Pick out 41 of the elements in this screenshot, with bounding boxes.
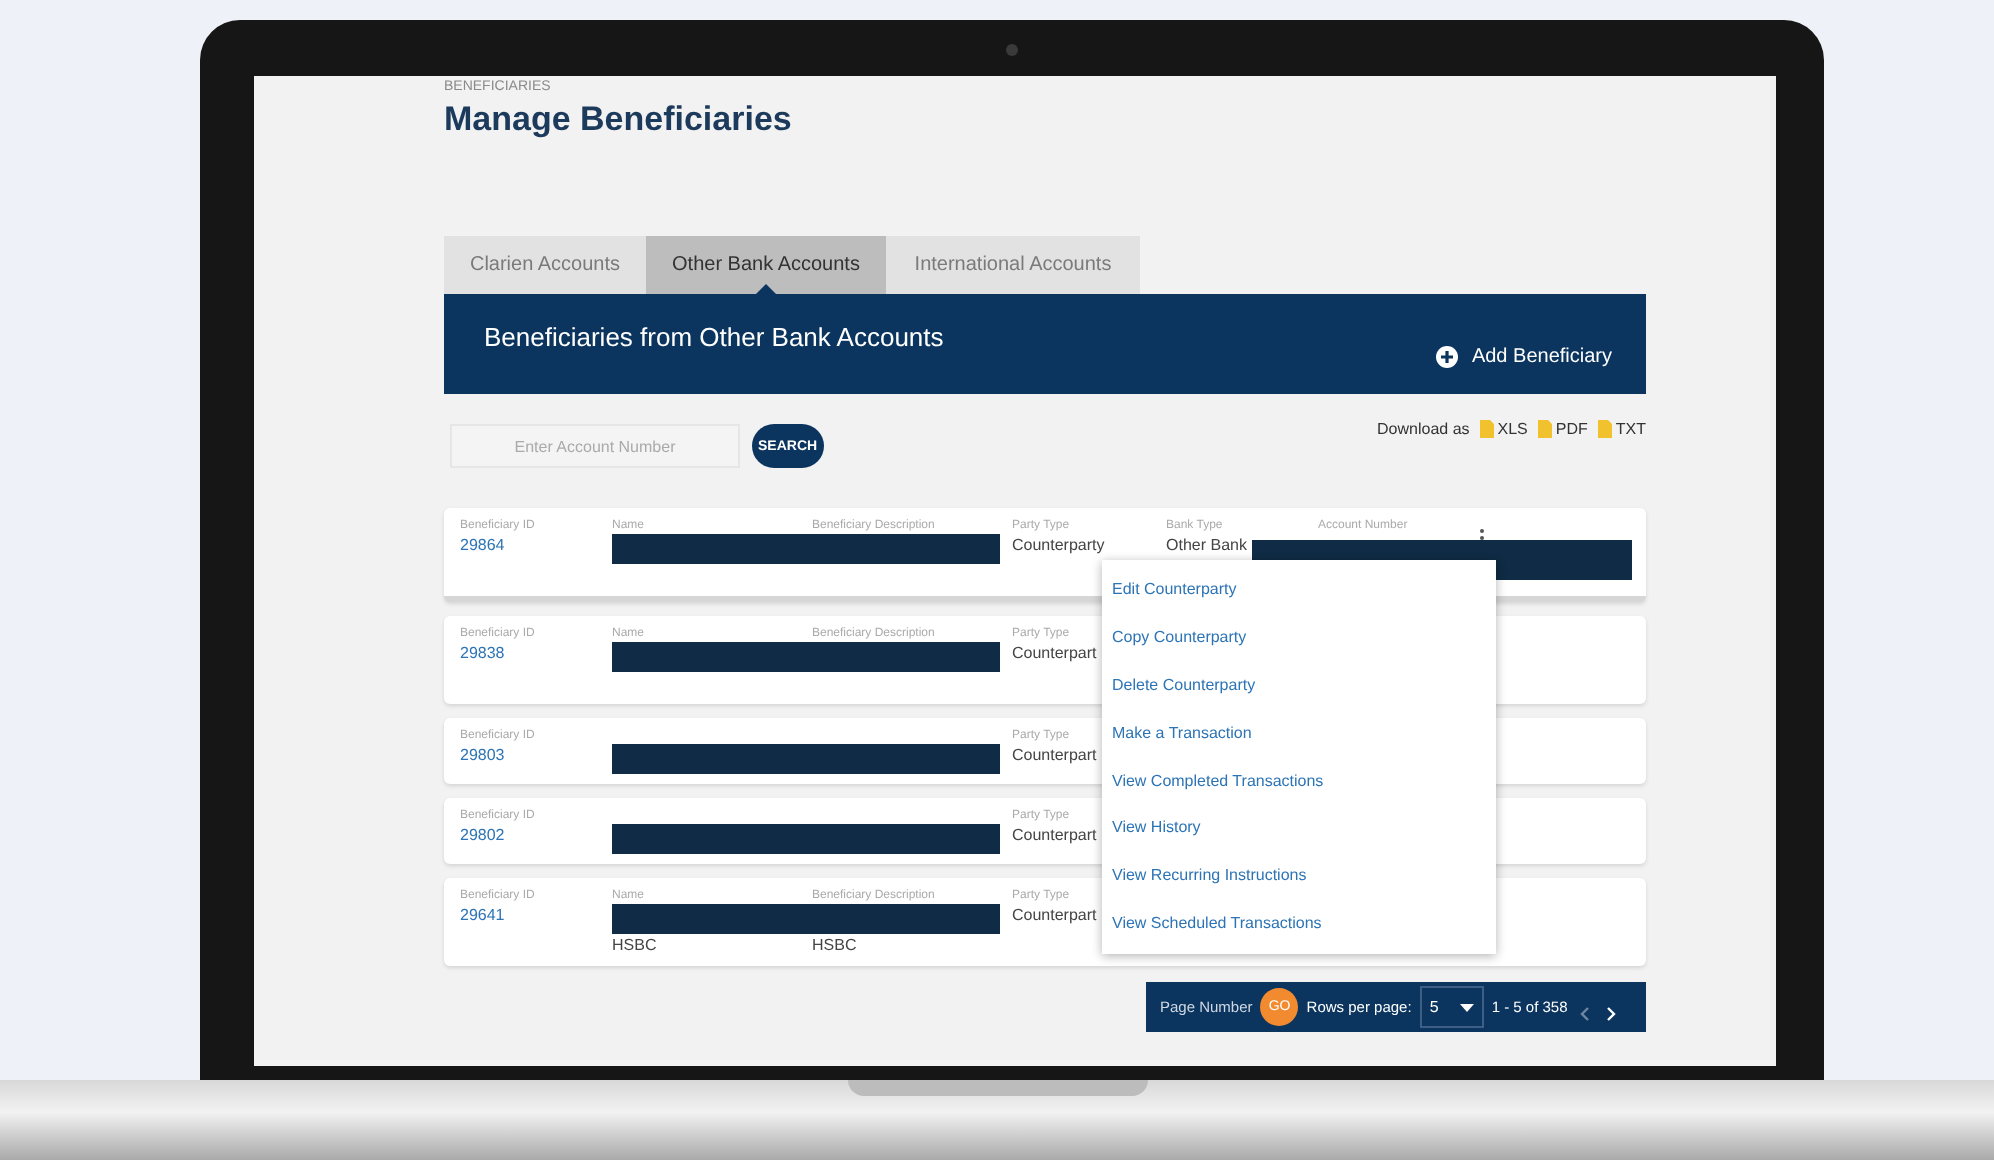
- beneficiary-id-link[interactable]: 29803: [460, 746, 505, 764]
- download-link[interactable]: PDF: [1537, 419, 1588, 437]
- field-value: Counterpart: [1012, 644, 1097, 662]
- beneficiary-id-link[interactable]: 29641: [460, 906, 505, 924]
- field-value: Counterpart: [1012, 746, 1097, 764]
- field-value: Counterpart: [1012, 826, 1097, 844]
- beneficiary-id-link[interactable]: 29838: [460, 644, 505, 662]
- menu-item[interactable]: Delete Counterparty: [1102, 661, 1496, 709]
- field-value: HSBC: [612, 936, 657, 954]
- add-beneficiary-button[interactable]: Add Beneficiary: [1423, 318, 1624, 394]
- menu-item[interactable]: Make a Transaction: [1102, 708, 1496, 757]
- menu-item[interactable]: Copy Counterparty: [1102, 613, 1496, 662]
- field-value: HSBC: [812, 936, 857, 954]
- caret-icon: [1459, 1003, 1474, 1011]
- file-icon: [1537, 419, 1552, 437]
- field-value: Counterpart: [1012, 906, 1097, 924]
- field-value: Counterparty: [1012, 536, 1105, 554]
- page-title: Manage Beneficiaries: [444, 100, 794, 140]
- file-icon: [1597, 419, 1612, 437]
- tab[interactable]: Other Bank Accounts: [646, 236, 886, 294]
- file-icon: [1479, 419, 1494, 437]
- download-label: Download as: [1377, 419, 1470, 437]
- plus-circle-icon: [1435, 345, 1458, 367]
- chevron-left-icon: [1579, 1005, 1590, 1021]
- field-value: Other Bank: [1166, 536, 1247, 554]
- download-link[interactable]: XLS: [1479, 419, 1528, 437]
- beneficiary-id-link[interactable]: 29864: [460, 536, 505, 554]
- tab[interactable]: International Accounts: [886, 236, 1140, 294]
- menu-item[interactable]: View Scheduled Transactions: [1102, 899, 1496, 947]
- menu-item[interactable]: View History: [1102, 803, 1496, 852]
- tab[interactable]: Clarien Accounts: [444, 236, 646, 294]
- download-link[interactable]: TXT: [1597, 419, 1646, 437]
- beneficiary-id-link[interactable]: 29802: [460, 826, 505, 844]
- menu-item[interactable]: View Completed Transactions: [1102, 756, 1496, 804]
- menu-item[interactable]: View Recurring Instructions: [1102, 851, 1496, 900]
- account-number-field[interactable]: Enter Account Number: [450, 424, 740, 468]
- section-title: Beneficiaries from Other Bank Accounts: [484, 322, 944, 356]
- chevron-right-icon: [1605, 1005, 1616, 1021]
- camera-icon: [1006, 44, 1018, 56]
- rows-per-page-select[interactable]: 5: [1419, 986, 1484, 1028]
- menu-item[interactable]: Edit Counterparty: [1102, 566, 1496, 614]
